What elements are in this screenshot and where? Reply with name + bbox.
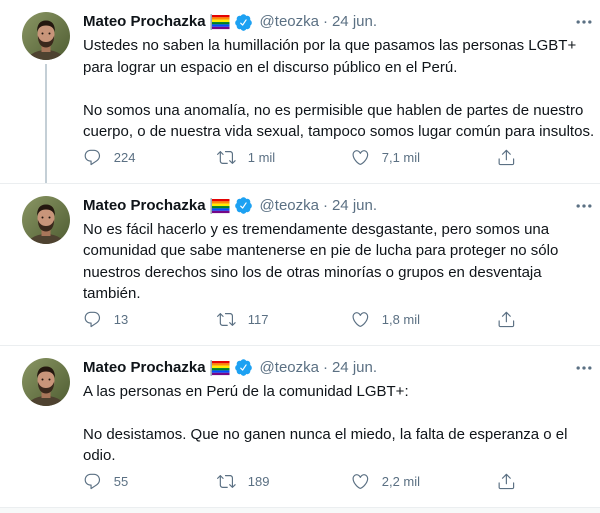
tweet[interactable]: Mateo Prochazka @teozka · 24 jun. Ustede… xyxy=(0,0,600,184)
verified-badge-icon xyxy=(234,13,253,32)
reply-button[interactable]: 13 xyxy=(83,310,128,330)
avatar-photo xyxy=(22,12,70,60)
heart-icon xyxy=(351,472,370,491)
tweet[interactable]: Mateo Prochazka @teozka · 24 jun. No es … xyxy=(0,183,600,346)
retweet-button[interactable]: 1 mil xyxy=(217,148,275,168)
reply-button[interactable]: 55 xyxy=(83,472,128,492)
share-icon xyxy=(497,472,516,491)
tweet-header: Mateo Prochazka @teozka · 24 jun. xyxy=(83,196,594,216)
meta-separator: · xyxy=(322,196,328,214)
author-name[interactable]: Mateo Prochazka xyxy=(83,196,206,216)
retweet-icon xyxy=(217,310,236,329)
tweet-date[interactable]: 24 jun. xyxy=(332,12,377,32)
retweet-button[interactable]: 117 xyxy=(217,310,268,330)
retweet-count: 117 xyxy=(247,312,269,327)
tweet-thread: Mateo Prochazka @teozka · 24 jun. Ustede… xyxy=(0,0,600,513)
author-name[interactable]: Mateo Prochazka xyxy=(83,12,206,32)
more-icon[interactable] xyxy=(574,358,594,378)
tweet-actions: 224 1 mil 7,1 mil xyxy=(83,148,594,168)
reply-icon xyxy=(83,310,102,329)
retweet-icon xyxy=(217,472,236,491)
retweet-button[interactable]: 189 xyxy=(217,472,269,492)
tweet-text: No es fácil hacerlo y es tremendamente d… xyxy=(83,220,559,303)
reply-icon xyxy=(83,148,102,167)
tweet-date[interactable]: 24 jun. xyxy=(332,196,377,216)
reply-count: 13 xyxy=(113,312,129,327)
like-button[interactable]: 1,8 mil xyxy=(351,310,420,330)
retweet-count: 189 xyxy=(247,474,270,489)
tweet-text: Ustedes no saben la humillación por la q… xyxy=(83,37,595,140)
share-icon xyxy=(497,310,516,329)
rainbow-flag-icon xyxy=(210,14,230,30)
tweet-actions: 55 189 2,2 mil xyxy=(83,472,594,492)
like-count: 7,1 mil xyxy=(381,150,421,165)
meta-separator: · xyxy=(322,13,328,30)
like-count: 2,2 mil xyxy=(381,474,421,489)
author-name[interactable]: Mateo Prochazka xyxy=(83,358,206,378)
more-icon[interactable] xyxy=(574,196,594,216)
reply-button[interactable]: 224 xyxy=(83,148,135,168)
heart-icon xyxy=(351,310,370,329)
rainbow-flag-icon xyxy=(210,198,230,214)
reply-count: 224 xyxy=(113,150,136,165)
thread-connector-line xyxy=(45,64,47,183)
verified-badge-icon xyxy=(234,358,253,377)
author-handle[interactable]: @teozka xyxy=(260,358,319,378)
tweet-date[interactable]: 24 jun. xyxy=(332,358,377,378)
meta-separator: · xyxy=(322,358,328,376)
like-button[interactable]: 2,2 mil xyxy=(351,472,420,492)
like-count: 1,8 mil xyxy=(381,312,421,327)
avatar-photo xyxy=(22,196,70,244)
retweet-count: 1 mil xyxy=(247,150,276,165)
avatar-photo xyxy=(22,358,70,406)
tweet-header: Mateo Prochazka @teozka · 24 jun. xyxy=(83,358,594,378)
retweet-icon xyxy=(217,148,236,167)
author-handle[interactable]: @teozka xyxy=(260,12,319,32)
avatar[interactable] xyxy=(22,196,70,244)
avatar[interactable] xyxy=(22,358,70,406)
share-button[interactable] xyxy=(497,310,516,330)
tweet-actions: 13 117 1,8 mil xyxy=(83,310,594,330)
tweet-header: Mateo Prochazka @teozka · 24 jun. xyxy=(83,12,594,32)
more-icon[interactable] xyxy=(574,12,594,32)
author-handle[interactable]: @teozka xyxy=(260,196,319,216)
rainbow-flag-icon xyxy=(210,360,230,376)
share-button[interactable] xyxy=(497,472,516,492)
heart-icon xyxy=(351,148,370,167)
tweet-text: A las personas en Perú de la comunidad L… xyxy=(83,382,568,465)
like-button[interactable]: 7,1 mil xyxy=(351,148,420,168)
verified-badge-icon xyxy=(234,196,253,215)
reply-icon xyxy=(83,472,102,491)
share-button[interactable] xyxy=(497,148,516,168)
avatar[interactable] xyxy=(22,12,70,60)
share-icon xyxy=(497,148,516,167)
tweet[interactable]: Mateo Prochazka @teozka · 24 jun. A las … xyxy=(0,345,600,508)
reply-count: 55 xyxy=(113,474,129,489)
